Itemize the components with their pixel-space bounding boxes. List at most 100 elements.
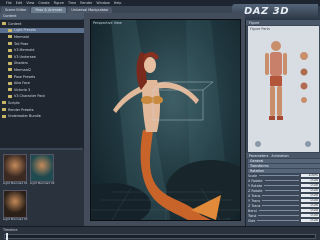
param-row: Y Rotate 0.00 [248,183,319,188]
param-slider[interactable] [262,195,299,197]
param-value-field[interactable]: 0.00 [301,193,319,198]
body-part-hip [270,76,282,86]
tree-item[interactable]: Content [0,21,86,27]
param-slider[interactable] [258,215,299,217]
param-value-field[interactable]: 0.00 [301,198,319,203]
body-part-left-arm [265,53,269,75]
tab-animation[interactable]: Animation [271,154,288,158]
tree-item[interactable]: V3 Mermaid [0,47,92,53]
folder-icon [8,42,12,46]
menu-item[interactable]: Create [38,1,49,5]
content-panel-title: Content [3,14,17,18]
param-row: X Trans 0.00 [248,193,319,198]
param-name: Bend [248,208,257,213]
timeline-scrubber[interactable] [6,233,8,240]
menu-item[interactable]: Edit [16,1,23,5]
tree-item[interactable]: Scripts [0,100,86,106]
param-name: Y Trans [248,198,261,203]
preset-thumbnail[interactable] [3,190,27,218]
body-map[interactable] [248,26,319,152]
tree-item[interactable]: Shaders [0,61,92,67]
param-name: X Trans [248,193,261,198]
tree-item-label: Mermaid [14,34,29,39]
param-section-header[interactable]: General [248,159,320,164]
param-value-field[interactable]: 0.00 [301,188,319,193]
param-slider[interactable] [264,180,299,182]
param-row: Z Rotate 0.00 [248,188,319,193]
timeline-track[interactable] [4,234,316,239]
menu-item[interactable]: File [6,1,12,5]
menu-item[interactable]: Time [68,1,76,5]
menu-item[interactable]: Help [114,1,122,5]
tree-item-label: Tail Pose [14,41,29,46]
tab-strip: Scene Editor Pose & Animate Universal Mani… [0,6,250,13]
figure-parts-panel: Figure Parts [248,26,319,152]
tree-item[interactable]: Tail Pose [0,41,92,47]
menu-item[interactable]: Render [80,1,92,5]
param-slider[interactable] [258,210,299,212]
param-value-field[interactable]: 0.00 [301,218,319,223]
tree-item-label: Shaders [14,61,28,66]
param-slider[interactable] [264,190,299,192]
param-row: Z Trans 0.00 [248,203,319,208]
param-slider[interactable] [259,175,299,177]
param-row: Bend 0.00 [248,208,319,213]
param-name: Scale [248,173,258,178]
param-row: X Rotate 0.00 [248,178,319,183]
tree-item[interactable]: Aiko Face [0,80,92,86]
preset-thumbnail[interactable] [30,154,54,182]
param-value-field[interactable]: 100% [301,173,319,178]
logo-text: DAZ 3D [244,6,290,17]
param-slider[interactable] [262,200,299,202]
tree-item[interactable]: Pose Presets [0,74,92,80]
content-library-panel: Content Content Light Presets Mermaid Tail … [0,13,92,226]
preset-thumbnail[interactable] [3,154,27,182]
tree-item[interactable]: V3 Character Pack [0,94,92,100]
body-part-right-arm [283,53,287,75]
tree-item[interactable]: Render Presets [0,107,86,113]
param-row: Y Trans 0.00 [248,198,319,203]
thumbnail-label: Light Mermaid 02 [30,181,55,185]
tree-item-label: Mermaid2 [14,67,31,72]
viewport-label: Perspective View [93,21,122,25]
view-button [255,141,261,147]
param-value-field[interactable]: 0.00 [301,213,319,218]
param-row: Twist 0.00 [248,213,319,218]
tree-item[interactable]: Victoria 3 [0,87,92,93]
param-value-field[interactable]: 0.00 [301,208,319,213]
param-slider[interactable] [262,205,299,207]
folder-icon [8,35,12,39]
folder-icon [8,75,12,79]
param-value-field[interactable]: 0.00 [301,203,319,208]
body-part-right-leg [277,86,282,116]
param-name: Z Trans [248,203,261,208]
menu-item[interactable]: Figure [54,1,64,5]
tree-item[interactable]: Underwater Bundle [0,113,86,119]
folder-icon [2,108,6,112]
content-tree: Content Light Presets Mermaid Tail Pose V3 M… [0,20,92,148]
tab-parameters[interactable]: Parameters [249,154,268,158]
tree-item-label: Content [8,21,22,26]
tree-item[interactable]: V3 Undersea [0,54,92,60]
figure-panel-title[interactable]: Figure [249,21,259,25]
folder-icon [8,88,12,92]
param-value-field[interactable]: 0.00 [301,178,319,183]
tree-item-label: Victoria 3 [14,87,31,92]
parameters-panel: Figure Figure Parts Parameters Animation… [245,20,320,226]
tree-item-label: V3 Undersea [14,54,36,59]
param-section-header[interactable]: Transforms [248,163,320,168]
tree-item[interactable]: Light Presets [0,27,92,34]
3d-viewport[interactable]: Perspective View [90,19,241,221]
menu-item[interactable]: Window [96,1,109,5]
params-list: General Transforms Rotation Scale 100% X Rota… [246,159,320,226]
folder-icon [2,101,6,105]
timeline: Timeline [0,226,320,240]
folder-icon [8,28,12,32]
body-part-head [271,41,281,51]
param-slider[interactable] [257,220,299,222]
menu-item[interactable]: View [26,1,34,5]
param-slider[interactable] [264,185,299,187]
tree-item[interactable]: Mermaid [0,34,92,40]
param-value-field[interactable]: 0.00 [301,183,319,188]
tree-item[interactable]: Mermaid2 [0,67,92,73]
